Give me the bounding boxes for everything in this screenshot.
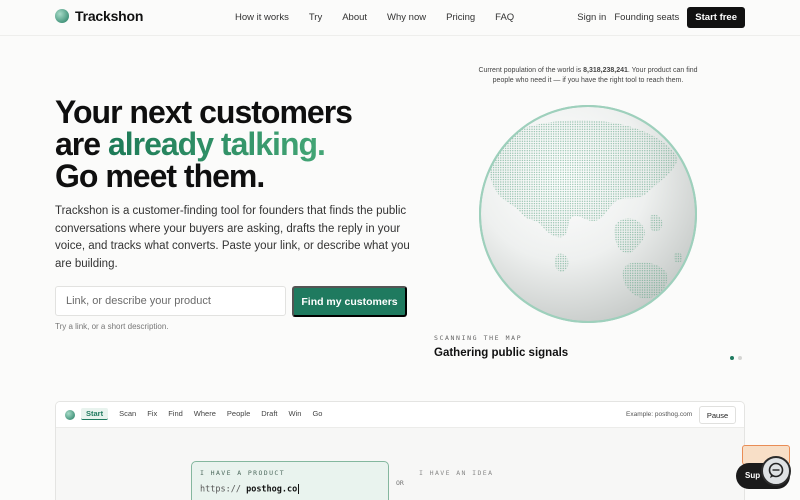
nav-actions: Sign in Founding seats Start free	[577, 7, 745, 28]
input-hint: Try a link, or a short description.	[55, 322, 169, 331]
tab-start[interactable]: Start	[81, 408, 109, 420]
pause-button[interactable]: Pause	[699, 406, 736, 424]
have-product-label: I HAVE A PRODUCT	[200, 469, 286, 477]
tab-fix[interactable]: Fix	[147, 409, 157, 420]
nav-link-why-now[interactable]: Why now	[387, 12, 426, 23]
tab-draft[interactable]: Draft	[261, 409, 277, 420]
scan-title: Gathering public signals	[434, 347, 569, 359]
population-count: 8,318,238,241	[583, 67, 628, 74]
product-input-placeholder: Link, or describe your product	[66, 295, 211, 307]
earth-globe-icon	[479, 105, 697, 323]
nav-link-about[interactable]: About	[342, 12, 367, 23]
support-label: Sup	[745, 471, 761, 480]
url-prefix: https://	[200, 484, 241, 495]
tab-go[interactable]: Go	[312, 409, 322, 420]
brand-logo[interactable]: Trackshon	[55, 8, 143, 24]
app-tabs: Start Scan Fix Find Where People Draft W…	[81, 408, 322, 420]
or-divider: OR	[396, 479, 404, 487]
population-prefix: Current population of the world is	[478, 67, 584, 74]
hero-title: Your next customers are already talking.…	[55, 94, 353, 194]
nav-link-faq[interactable]: FAQ	[495, 12, 514, 23]
nav-link-how-it-works[interactable]: How it works	[235, 12, 289, 23]
url-value: posthog.co	[246, 484, 298, 495]
chat-support-icon[interactable]	[761, 456, 791, 486]
app-toolbar: Start Scan Fix Find Where People Draft W…	[56, 402, 744, 428]
hero-line-3: Go meet them.	[55, 158, 265, 194]
example-hint: Example: posthog.com	[626, 411, 693, 418]
carousel-dot[interactable]	[738, 356, 742, 360]
have-product-card[interactable]: I HAVE A PRODUCT https:// posthog.co	[191, 461, 389, 500]
find-customers-button[interactable]: Find my customers	[292, 286, 407, 317]
tab-where[interactable]: Where	[194, 409, 216, 420]
start-free-button[interactable]: Start free	[687, 7, 745, 28]
top-nav: Trackshon How it works Try About Why now…	[0, 0, 800, 36]
chat-bubble-icon	[768, 462, 784, 478]
hero-line-1: Your next customers	[55, 94, 353, 130]
text-caret	[298, 484, 300, 494]
main-nav: How it works Try About Why now Pricing F…	[235, 12, 514, 23]
nav-link-try[interactable]: Try	[309, 12, 322, 23]
hero-line-2-accent: already talking.	[107, 126, 326, 162]
carousel-dot-active[interactable]	[730, 356, 734, 360]
tab-scan[interactable]: Scan	[119, 409, 136, 420]
app-preview-panel: Start Scan Fix Find Where People Draft W…	[55, 401, 745, 500]
tab-find[interactable]: Find	[168, 409, 183, 420]
globe-logo-icon	[55, 9, 69, 23]
scan-label: SCANNING THE MAP	[434, 334, 523, 342]
brand-name: Trackshon	[75, 8, 144, 24]
have-idea-option[interactable]: I HAVE AN IDEA	[419, 469, 493, 477]
product-url-field[interactable]: https:// posthog.co	[200, 484, 300, 495]
globe-logo-icon	[65, 410, 75, 420]
population-text: Current population of the world is 8,318…	[477, 66, 699, 86]
founding-seats-link[interactable]: Founding seats	[614, 12, 679, 23]
sign-in-link[interactable]: Sign in	[577, 12, 606, 23]
hero-description: Trackshon is a customer-finding tool for…	[55, 205, 410, 270]
tab-win[interactable]: Win	[289, 409, 302, 420]
carousel-dots	[730, 356, 742, 360]
nav-link-pricing[interactable]: Pricing	[446, 12, 475, 23]
hero-line-2-prefix: are	[55, 126, 108, 162]
product-input[interactable]: Link, or describe your product	[55, 286, 286, 316]
tab-people[interactable]: People	[227, 409, 250, 420]
